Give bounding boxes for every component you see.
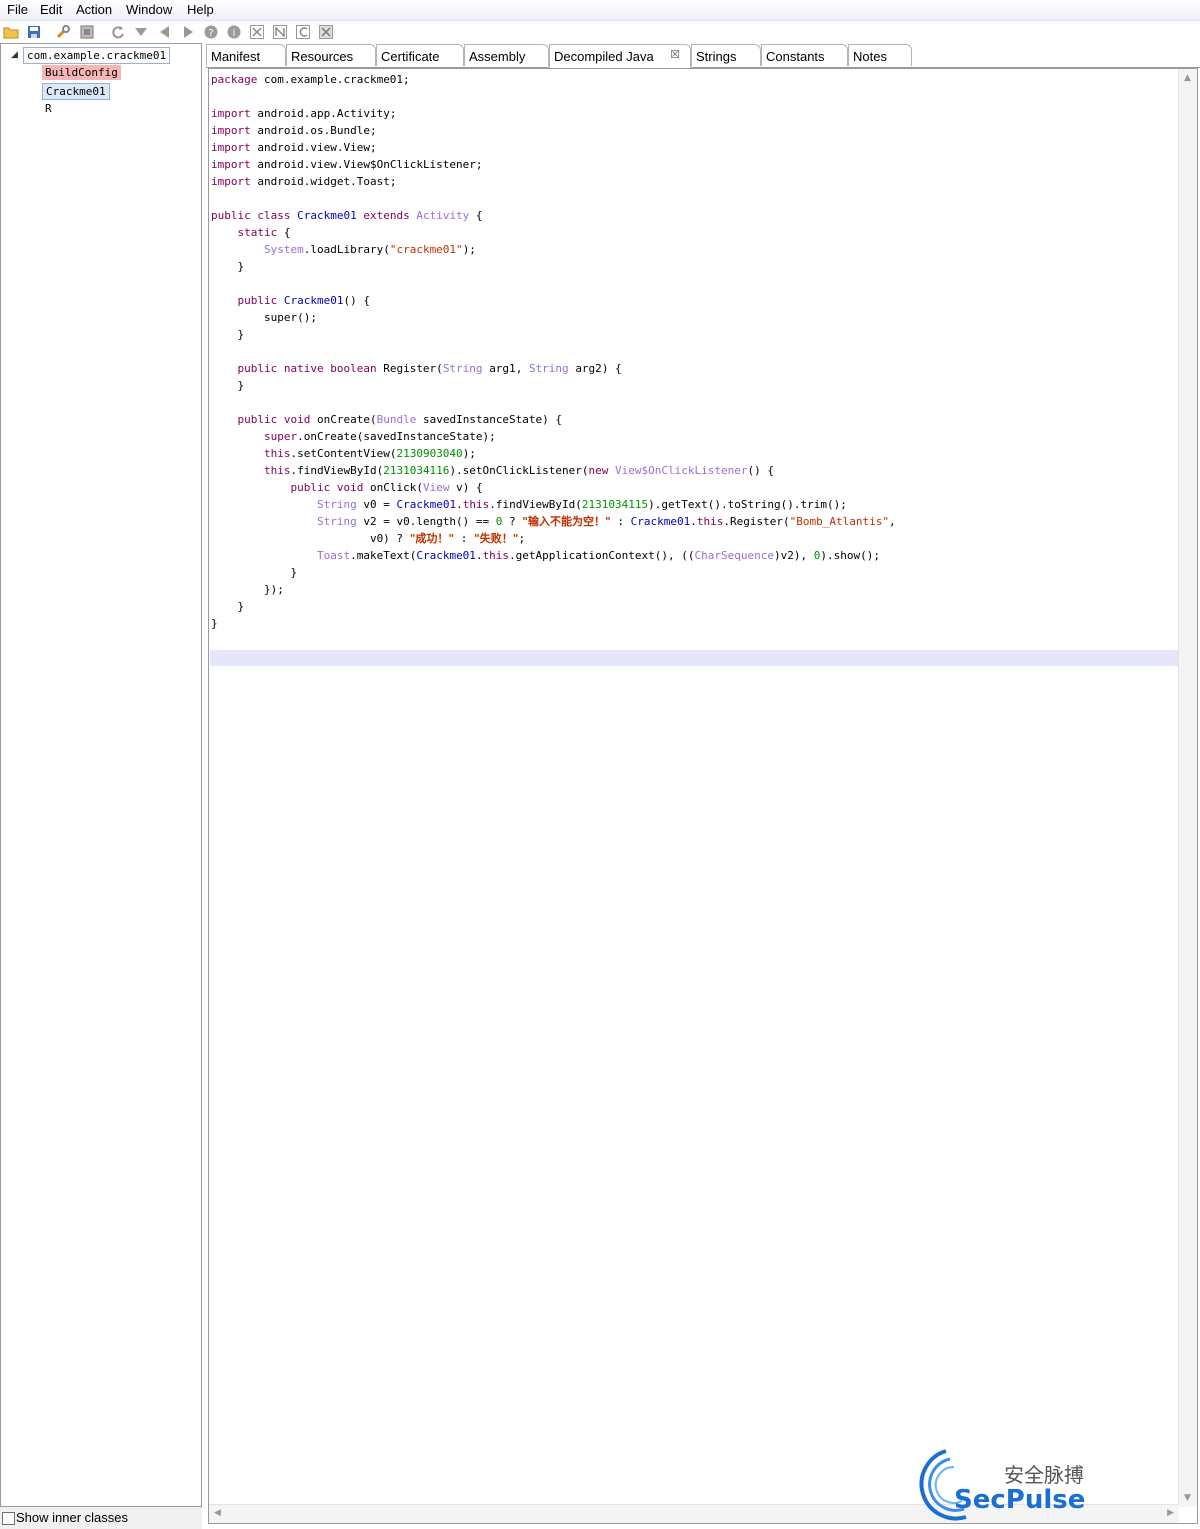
scroll-down-icon[interactable]: ▼: [1184, 1493, 1191, 1503]
edit-id: 2131034115: [581, 498, 649, 511]
menu-file[interactable]: File: [7, 2, 28, 17]
import-keyword: import: [211, 158, 251, 171]
close-tab-icon[interactable]: ☒: [670, 48, 680, 61]
code-editor[interactable]: package com.example.crackme01; import an…: [208, 68, 1198, 1524]
register-key: "Bomb_Atlantis": [789, 515, 889, 528]
tree-root-package[interactable]: com.example.crackme01: [23, 47, 171, 64]
register-arg1: arg1: [489, 362, 516, 375]
tab-decompiled-java[interactable]: Decompiled Java ☒: [549, 44, 691, 68]
open-folder-icon[interactable]: [3, 24, 19, 40]
class-name: Crackme01: [297, 209, 357, 222]
msg-empty: "输入不能为空！": [522, 515, 611, 528]
current-line-highlight: [210, 650, 1178, 666]
menu-edit[interactable]: Edit: [40, 2, 62, 17]
show-inner-classes-label: Show inner classes: [16, 1510, 128, 1525]
tab-constants[interactable]: Constants: [761, 44, 848, 66]
tab-decompiled-java-label: Decompiled Java: [554, 49, 654, 64]
wrench-icon[interactable]: [55, 24, 71, 40]
tree-item-r[interactable]: R: [42, 101, 55, 116]
class-ref: Crackme01: [630, 515, 691, 528]
scroll-left-icon[interactable]: ◀: [214, 1508, 221, 1518]
tab-notes-label: Notes: [853, 49, 887, 64]
forward-icon[interactable]: [180, 24, 196, 40]
svg-text:?: ?: [208, 28, 213, 39]
layout-id: 2130903040: [396, 447, 463, 460]
watermark-en: SecPulse: [954, 1485, 1086, 1515]
msg-fail: "失败！": [474, 532, 519, 545]
watermark-cn: 安全脉搏: [1004, 1463, 1084, 1487]
refresh-icon[interactable]: [110, 24, 126, 40]
tree-item-crackme01[interactable]: Crackme01: [42, 83, 110, 100]
scroll-right-icon[interactable]: ▶: [1167, 1508, 1174, 1518]
super-class: Activity: [416, 209, 470, 222]
import-keyword: import: [211, 141, 251, 154]
package-tree[interactable]: ◢ com.example.crackme01 BuildConfig Crac…: [0, 43, 202, 1507]
save-icon[interactable]: [26, 24, 42, 40]
c-icon[interactable]: [295, 24, 311, 40]
tab-certificate-label: Certificate: [381, 49, 440, 64]
import-keyword: import: [211, 124, 251, 137]
menu-action[interactable]: Action: [76, 2, 112, 17]
class-ref: Crackme01: [396, 498, 457, 511]
x-box-icon[interactable]: [318, 24, 334, 40]
import-line: android.view.View$OnClickListener;: [257, 158, 483, 171]
msg-success: "成功！": [409, 532, 455, 545]
toolbar: ? i: [0, 21, 1200, 43]
info-icon[interactable]: i: [226, 24, 242, 40]
svg-text:i: i: [233, 28, 236, 39]
tab-strings-label: Strings: [696, 49, 737, 64]
secpulse-watermark: 安全脉搏 SecPulse: [906, 1445, 1106, 1525]
settings-icon[interactable]: [79, 24, 95, 40]
tab-manifest[interactable]: Manifest: [206, 44, 286, 66]
import-keyword: import: [211, 107, 251, 120]
show-inner-classes-checkbox[interactable]: [2, 1512, 15, 1525]
menu-help[interactable]: Help: [187, 2, 214, 17]
scroll-up-icon[interactable]: ▲: [1184, 73, 1191, 83]
n-icon[interactable]: [272, 24, 288, 40]
help-icon[interactable]: ?: [203, 24, 219, 40]
package-keyword: package: [211, 73, 258, 86]
import-line: android.os.Bundle;: [257, 124, 377, 137]
tab-strings[interactable]: Strings: [691, 44, 761, 66]
tab-assembly-label: Assembly: [469, 49, 526, 64]
tab-resources-label: Resources: [291, 49, 354, 64]
library-name: "crackme01": [389, 243, 463, 256]
x-icon[interactable]: [249, 24, 265, 40]
tab-notes[interactable]: Notes: [848, 44, 912, 66]
tree-options: Show inner classes: [0, 1507, 202, 1529]
constructor-name: Crackme01: [283, 294, 344, 307]
dropdown-icon[interactable]: [133, 24, 149, 40]
tree-item-buildconfig[interactable]: BuildConfig: [42, 65, 121, 80]
back-icon[interactable]: [157, 24, 173, 40]
button-id: 2131034116: [383, 464, 450, 477]
register-arg2: arg2: [575, 362, 602, 375]
vertical-scrollbar[interactable]: ▲ ▼: [1178, 69, 1197, 1507]
package-name: com.example.crackme01;: [257, 73, 410, 86]
import-line: android.widget.Toast;: [257, 175, 397, 188]
menu-window[interactable]: Window: [126, 2, 172, 17]
import-line: android.view.View;: [257, 141, 377, 154]
tab-manifest-label: Manifest: [211, 49, 261, 64]
tab-certificate[interactable]: Certificate: [376, 44, 464, 66]
class-ref: Crackme01: [416, 549, 476, 562]
tab-constants-label: Constants: [766, 49, 825, 64]
menu-bar: File Edit Action Window Help: [0, 0, 1200, 21]
decompiled-source[interactable]: package com.example.crackme01; import an…: [211, 71, 896, 632]
tab-assembly[interactable]: Assembly: [464, 44, 549, 66]
import-line: android.app.Activity;: [257, 107, 397, 120]
tab-resources[interactable]: Resources: [286, 44, 376, 66]
tab-bar: Manifest Resources Certificate Assembly …: [206, 44, 1200, 68]
collapse-triangle-icon[interactable]: ◢: [11, 50, 18, 60]
import-keyword: import: [211, 175, 251, 188]
